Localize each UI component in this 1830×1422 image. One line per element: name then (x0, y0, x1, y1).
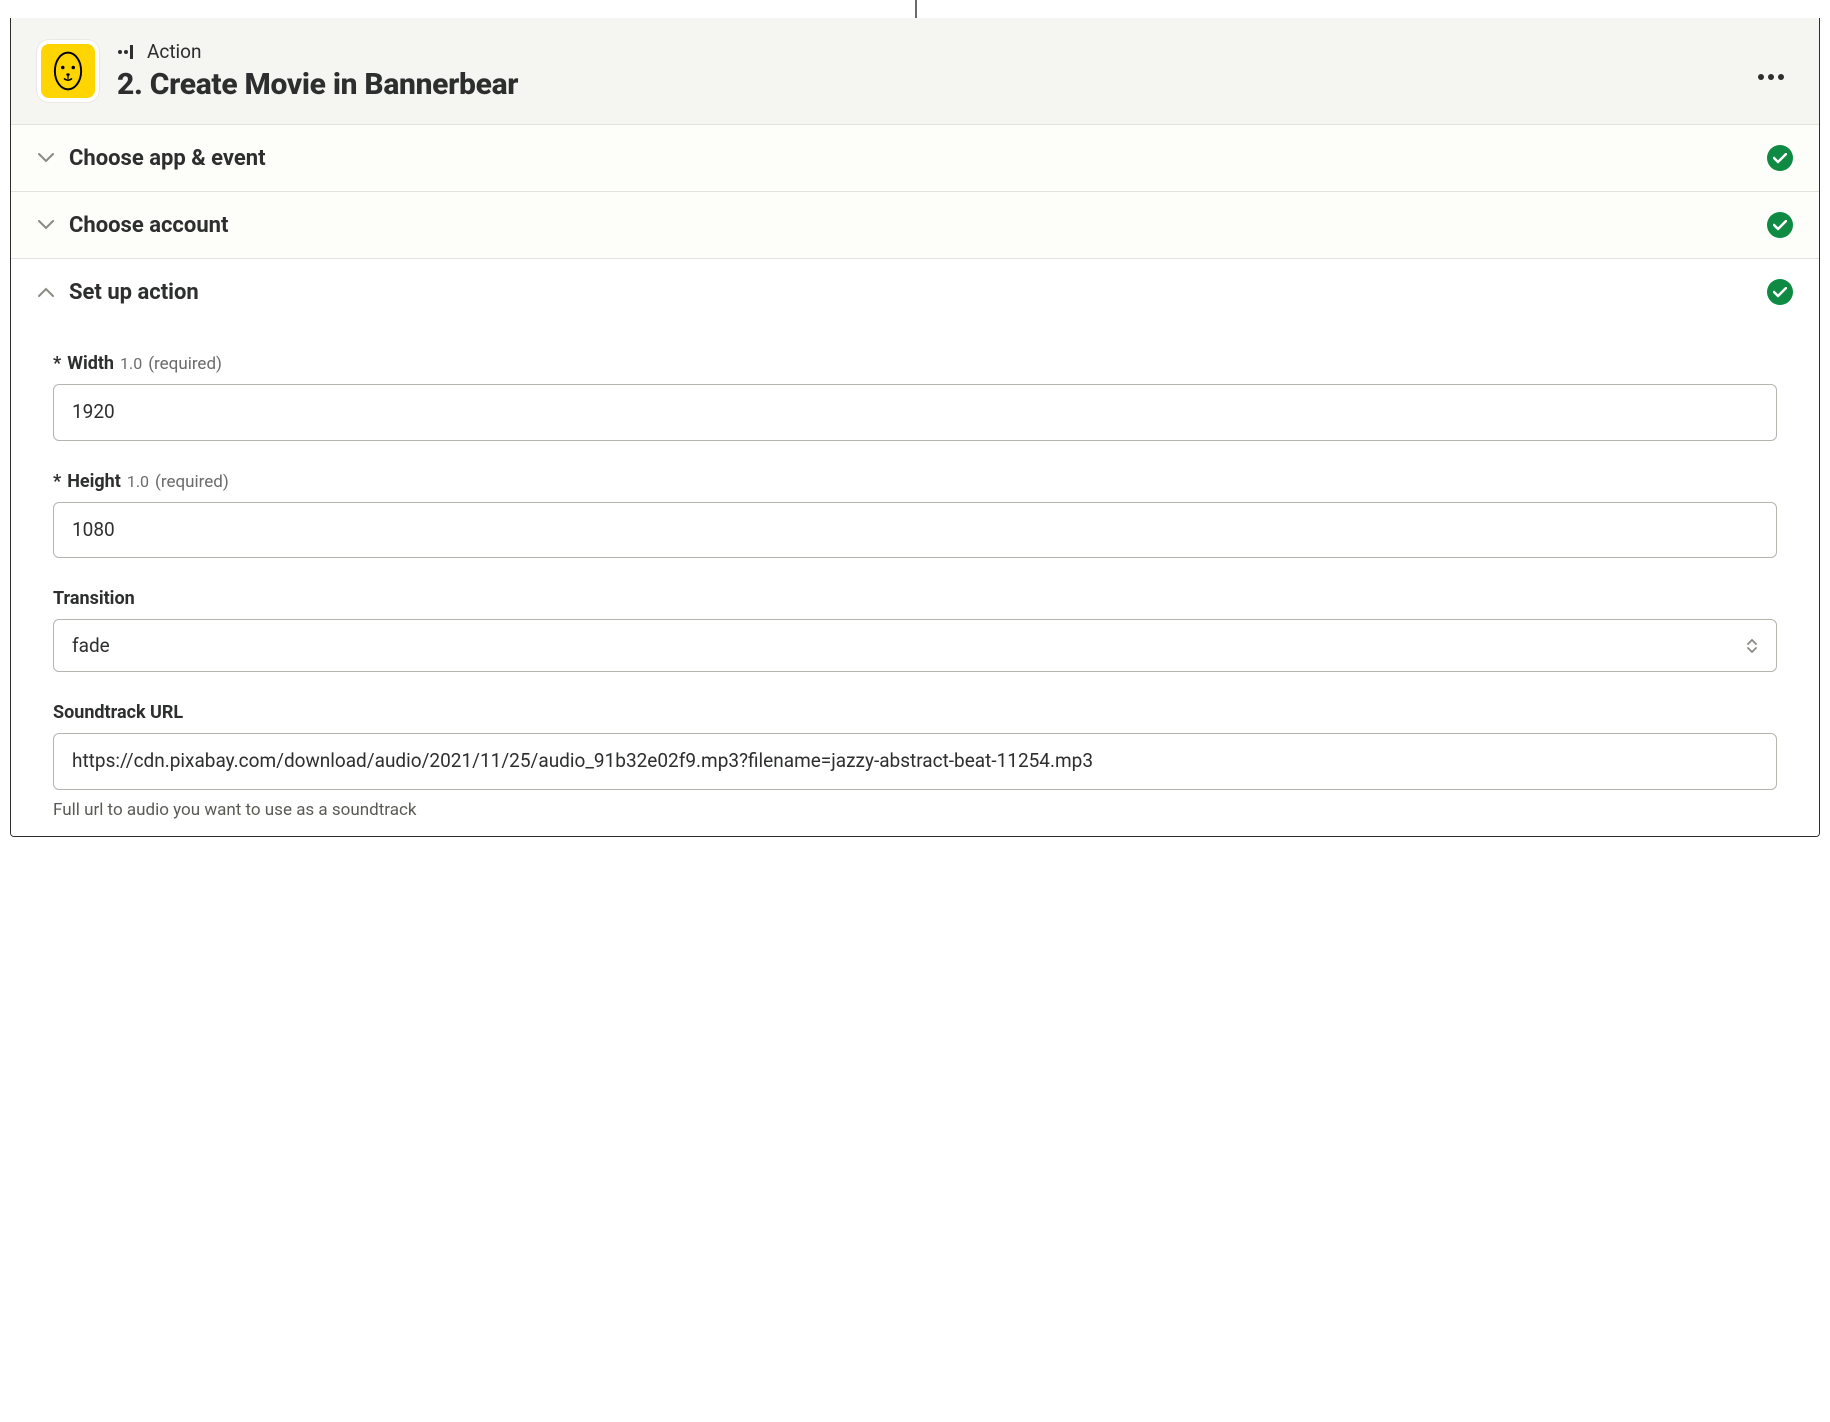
transition-select[interactable]: fade (53, 619, 1777, 672)
soundtrack-url-input[interactable]: https://cdn.pixabay.com/download/audio/2… (53, 733, 1777, 790)
check-icon (1773, 220, 1787, 231)
action-step-panel: Action 2. Create Movie in Bannerbear Cho… (10, 18, 1820, 837)
form-area: * Width 1.0 (required) 1920 * Height 1.0… (11, 325, 1819, 836)
section-title: Choose app & event (69, 146, 1767, 171)
select-arrows-icon (1746, 637, 1758, 655)
field-label: * Width 1.0 (required) (53, 353, 1777, 374)
field-help-text: Full url to audio you want to use as a s… (53, 800, 1777, 820)
check-icon (1773, 153, 1787, 164)
action-type-icon (117, 43, 139, 61)
chevron-down-icon (37, 216, 55, 234)
step-type-label: Action (117, 40, 1731, 63)
field-soundtrack-url: Soundtrack URL https://cdn.pixabay.com/d… (53, 702, 1777, 820)
height-input[interactable]: 1080 (53, 502, 1777, 559)
chevron-down-icon (37, 149, 55, 167)
field-width: * Width 1.0 (required) 1920 (53, 353, 1777, 441)
width-input[interactable]: 1920 (53, 384, 1777, 441)
section-choose-account[interactable]: Choose account (11, 192, 1819, 259)
bear-icon (50, 50, 86, 92)
step-title: 2. Create Movie in Bannerbear (117, 67, 1731, 102)
field-transition: Transition fade (53, 588, 1777, 672)
field-label: Transition (53, 588, 1777, 609)
bannerbear-app-icon (37, 40, 99, 102)
section-choose-app-event[interactable]: Choose app & event (11, 125, 1819, 192)
section-title: Choose account (69, 213, 1767, 238)
more-options-button[interactable] (1749, 51, 1793, 92)
section-setup-action[interactable]: Set up action (11, 259, 1819, 325)
field-label: Soundtrack URL (53, 702, 1777, 723)
status-complete-badge (1767, 212, 1793, 238)
step-header: Action 2. Create Movie in Bannerbear (11, 18, 1819, 125)
status-complete-badge (1767, 279, 1793, 305)
status-complete-badge (1767, 145, 1793, 171)
field-height: * Height 1.0 (required) 1080 (53, 471, 1777, 559)
ellipsis-icon (1757, 73, 1785, 81)
section-title: Set up action (69, 280, 1767, 305)
chevron-up-icon (37, 283, 55, 301)
action-label-text: Action (147, 40, 202, 63)
check-icon (1773, 287, 1787, 298)
field-label: * Height 1.0 (required) (53, 471, 1777, 492)
